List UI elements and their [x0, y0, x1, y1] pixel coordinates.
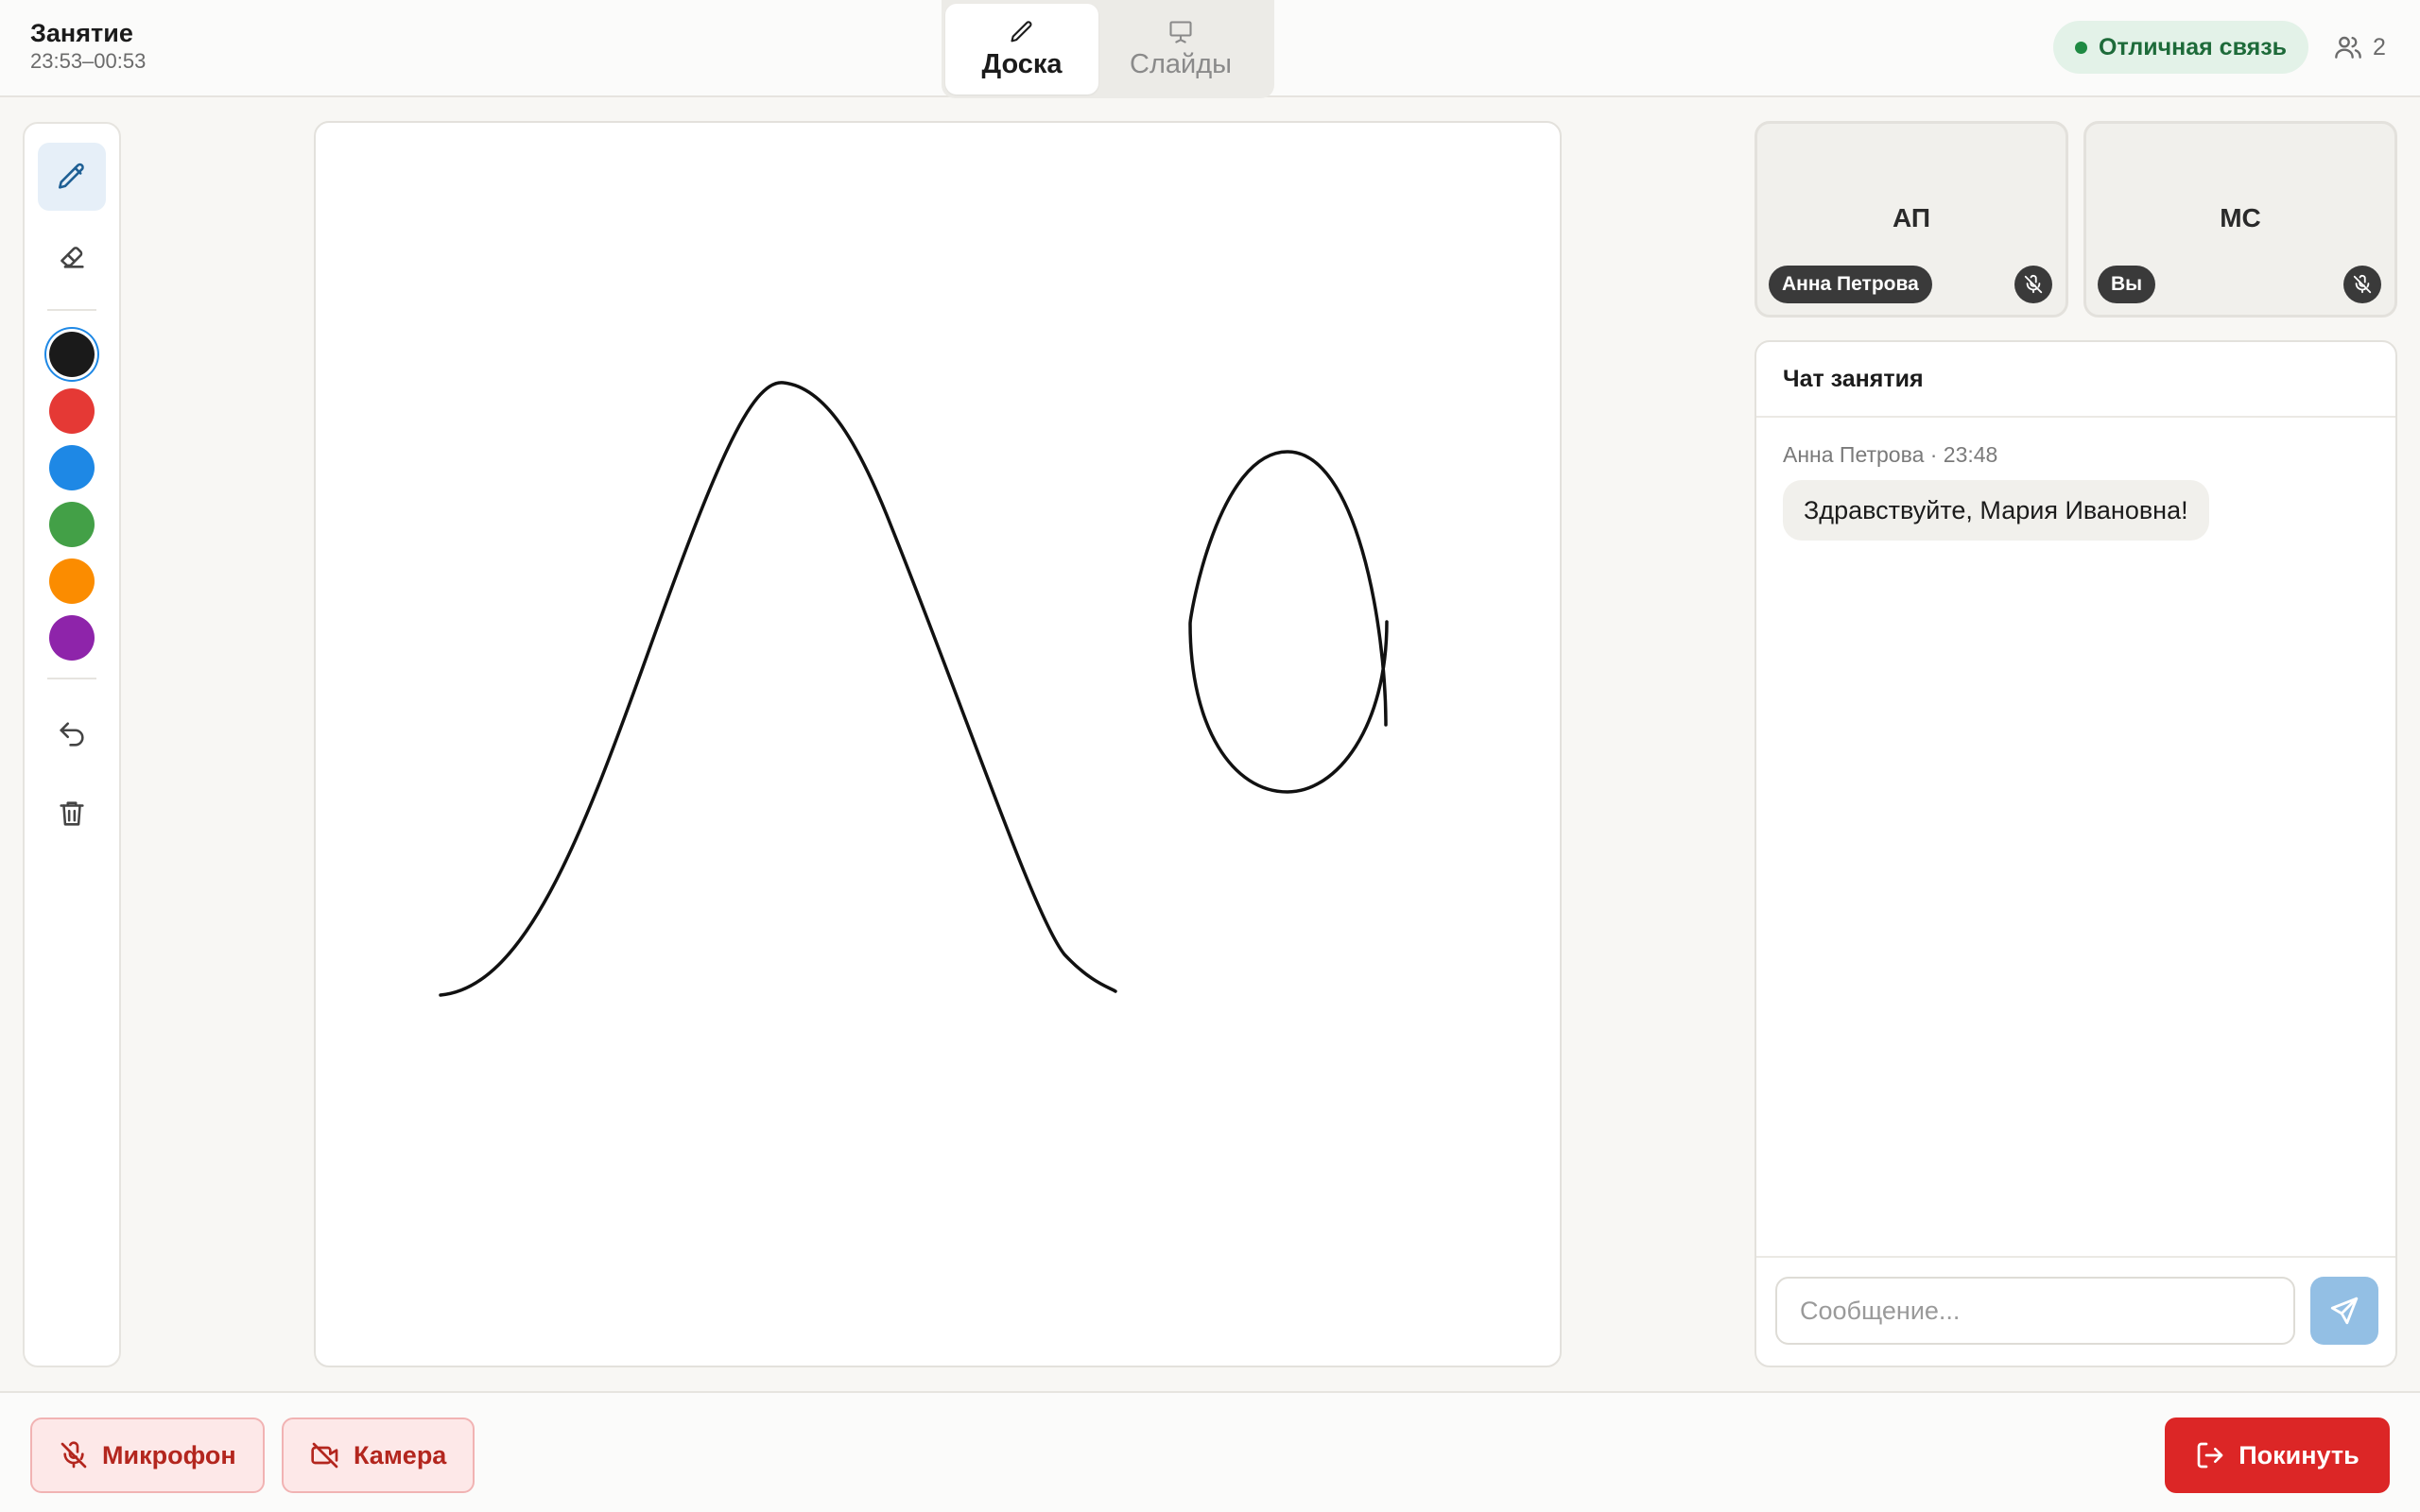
color-swatch-green[interactable]: [49, 502, 95, 547]
tab-slides-label: Слайды: [1130, 48, 1232, 79]
send-icon: [2330, 1297, 2359, 1325]
mic-off-icon: [2353, 274, 2372, 294]
camera-off-icon: [311, 1442, 338, 1469]
participant-tile-self[interactable]: МС Вы: [2083, 121, 2397, 318]
eraser-tool-button[interactable]: [38, 222, 106, 290]
whiteboard-drawing: [439, 381, 1389, 997]
pencil-icon: [1011, 20, 1032, 42]
mic-off-icon: [2024, 274, 2043, 294]
lesson-app: Занятие 23:53–00:53 Доска Слайды Отлична…: [0, 0, 2420, 1512]
chat-title: Чат занятия: [1756, 342, 2395, 418]
drawn-stroke-wave: [439, 381, 1117, 997]
toolbar-divider: [47, 309, 96, 311]
camera-toggle-button[interactable]: Камера: [282, 1418, 475, 1493]
trash-icon: [60, 801, 84, 826]
color-swatch-black[interactable]: [49, 332, 95, 377]
participant-initials: АП: [1893, 203, 1930, 232]
drawn-stroke-ellipse: [1188, 450, 1389, 794]
camera-label: Камера: [354, 1440, 447, 1469]
connection-status-label: Отличная связь: [2099, 33, 2287, 60]
tab-board[interactable]: Доска: [945, 4, 1098, 94]
chat-composer: [1756, 1256, 2395, 1366]
header: Занятие 23:53–00:53 Доска Слайды Отлична…: [0, 0, 2420, 98]
color-swatch-red[interactable]: [49, 388, 95, 434]
undo-button[interactable]: [38, 700, 106, 768]
microphone-toggle-button[interactable]: Микрофон: [30, 1418, 265, 1493]
pencil-tool-button[interactable]: [38, 143, 106, 211]
whiteboard-canvas[interactable]: [314, 121, 1562, 1367]
chat-panel: Чат занятия Анна Петрова · 23:48 Здравст…: [1754, 340, 2397, 1367]
connection-status-badge: Отличная связь: [2053, 21, 2308, 74]
participants-count: 2: [2373, 33, 2386, 60]
pencil-icon: [58, 163, 84, 189]
session-time: 23:53–00:53: [30, 49, 147, 73]
presentation-icon: [1169, 20, 1192, 43]
connection-dot-icon: [2075, 41, 2087, 54]
toolbar-divider: [47, 678, 96, 679]
mic-muted-badge: [2343, 266, 2381, 303]
message-bubble: Здравствуйте, Мария Ивановна!: [1783, 480, 2209, 541]
chat-message-input[interactable]: [1775, 1277, 2295, 1345]
participant-tile-anna[interactable]: АП Анна Петрова: [1754, 121, 2068, 318]
leave-label: Покинуть: [2238, 1440, 2360, 1469]
mode-tabs: Доска Слайды: [942, 0, 1274, 98]
participant-name-pill: Анна Петрова: [1769, 266, 1932, 303]
microphone-label: Микрофон: [102, 1440, 236, 1469]
participant-initials: МС: [2220, 203, 2261, 232]
participants-counter[interactable]: 2: [2333, 28, 2386, 66]
clear-board-button[interactable]: [38, 780, 106, 848]
session-title: Занятие: [30, 19, 133, 47]
users-icon: [2335, 36, 2361, 59]
log-out-icon: [2197, 1442, 2223, 1469]
tab-slides[interactable]: Слайды: [1104, 4, 1257, 94]
call-controls-bar: Микрофон Камера Покинуть: [0, 1391, 2420, 1512]
color-swatch-blue[interactable]: [49, 445, 95, 490]
tab-board-label: Доска: [981, 48, 1063, 79]
drawing-toolbar: [23, 122, 121, 1367]
color-swatch-purple[interactable]: [49, 615, 95, 661]
color-swatch-orange[interactable]: [49, 558, 95, 604]
message-meta: Анна Петрова · 23:48: [1783, 442, 1998, 467]
mic-muted-badge: [2014, 266, 2052, 303]
undo-icon: [60, 722, 84, 747]
mic-off-icon: [60, 1441, 87, 1469]
send-message-button[interactable]: [2310, 1277, 2378, 1345]
eraser-icon: [60, 247, 84, 268]
leave-call-button[interactable]: Покинуть: [2165, 1418, 2390, 1493]
participant-name-pill: Вы: [2098, 266, 2156, 303]
